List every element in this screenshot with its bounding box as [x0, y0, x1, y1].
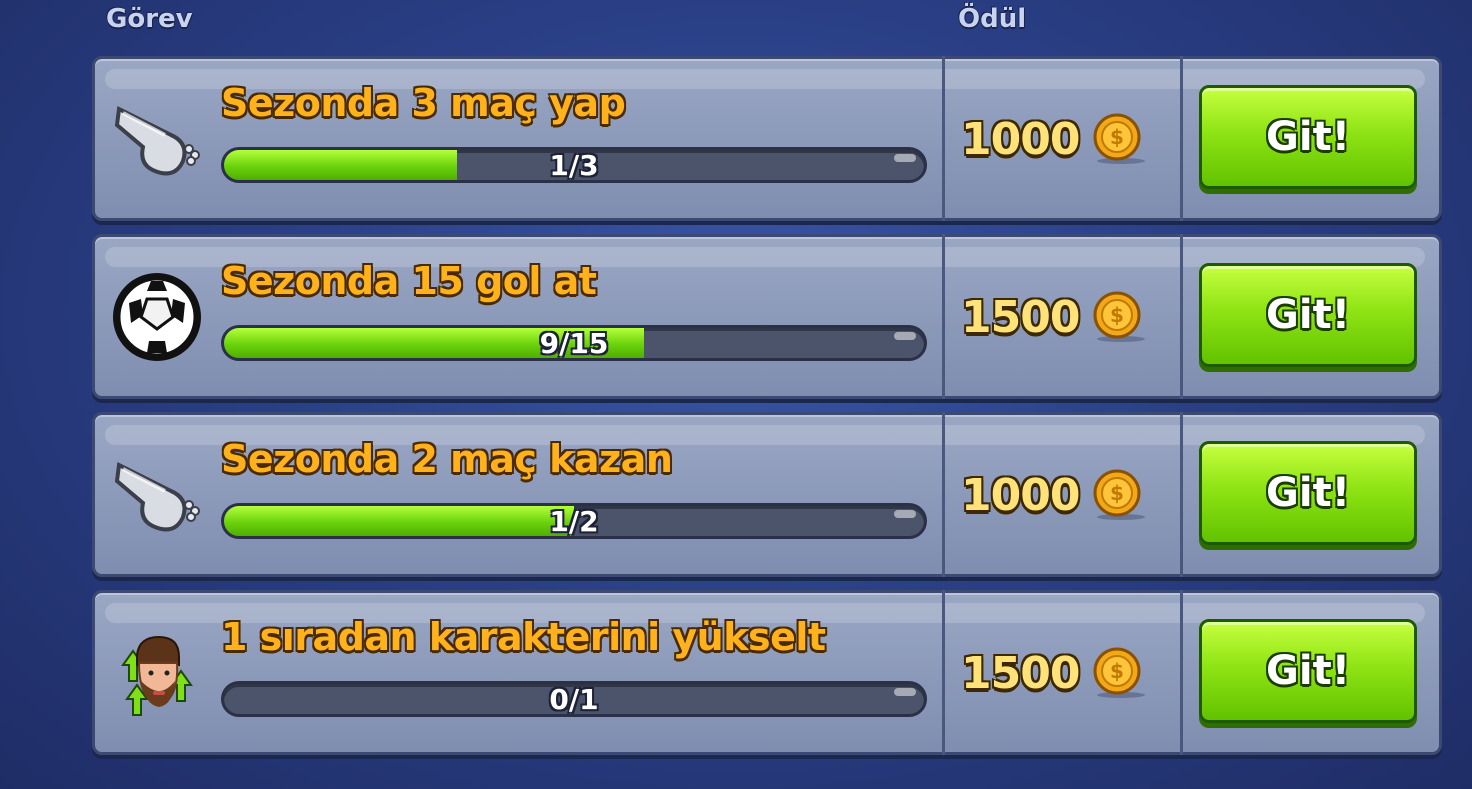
whistle-icon — [107, 445, 207, 545]
quest-progress-bar: 9/15 — [221, 325, 927, 361]
go-button[interactable]: Git! — [1199, 441, 1417, 545]
coin-icon: $ — [1093, 469, 1146, 520]
column-divider — [1180, 56, 1183, 221]
reward-amount: 1000 — [961, 113, 1080, 165]
reward: 1000 $ — [961, 465, 1147, 525]
column-divider — [942, 590, 945, 755]
progress-text: 1/3 — [549, 148, 599, 182]
svg-text:$: $ — [1111, 481, 1125, 505]
go-button-label: Git! — [1266, 648, 1350, 694]
go-button-label: Git! — [1266, 470, 1350, 516]
column-divider — [942, 412, 945, 577]
reward: 1000 $ — [961, 109, 1147, 169]
whistle-icon — [107, 89, 207, 189]
reward-amount: 1000 — [961, 469, 1080, 521]
reward: 1500 $ — [961, 643, 1147, 703]
column-headers: Görev Ödül — [0, 4, 1472, 40]
quest-title: 1 sıradan karakterini yükselt — [221, 615, 826, 659]
quest-row: Sezonda 2 maç kazan 1/2 1000 $ Git! — [92, 412, 1442, 577]
svg-text:$: $ — [1111, 125, 1125, 149]
quest-row: 1 sıradan karakterini yükselt 0/1 1500 $… — [92, 590, 1442, 755]
go-button[interactable]: Git! — [1199, 263, 1417, 367]
coin-icon: $ — [1093, 647, 1146, 698]
quest-row: Sezonda 3 maç yap 1/3 1000 $ Git! — [92, 56, 1442, 221]
reward-amount: 1500 — [961, 291, 1080, 343]
go-button-label: Git! — [1266, 114, 1350, 160]
column-divider — [942, 234, 945, 399]
column-divider — [1180, 412, 1183, 577]
go-button[interactable]: Git! — [1199, 619, 1417, 723]
reward: 1500 $ — [961, 287, 1147, 347]
coin-icon: $ — [1093, 291, 1146, 342]
progress-text: 9/15 — [539, 326, 609, 360]
quest-title: Sezonda 15 gol at — [221, 259, 597, 303]
quest-progress-bar: 1/2 — [221, 503, 927, 539]
quest-title: Sezonda 3 maç yap — [221, 81, 626, 125]
character-upgrade-icon — [107, 623, 207, 723]
progress-text: 0/1 — [549, 682, 599, 716]
svg-text:$: $ — [1111, 659, 1125, 683]
column-divider — [1180, 234, 1183, 399]
quest-progress-bar: 1/3 — [221, 147, 927, 183]
column-divider — [942, 56, 945, 221]
progress-text: 1/2 — [549, 504, 599, 538]
go-button-label: Git! — [1266, 292, 1350, 338]
reward-amount: 1500 — [961, 647, 1080, 699]
quest-row: Sezonda 15 gol at 9/15 1500 $ Git! — [92, 234, 1442, 399]
coin-icon: $ — [1093, 113, 1146, 164]
column-divider — [1180, 590, 1183, 755]
reward-column-header: Ödül — [958, 4, 1027, 34]
soccer-ball-icon — [107, 267, 207, 367]
task-column-header: Görev — [106, 4, 193, 34]
svg-text:$: $ — [1111, 303, 1125, 327]
quest-title: Sezonda 2 maç kazan — [221, 437, 673, 481]
quest-progress-bar: 0/1 — [221, 681, 927, 717]
go-button[interactable]: Git! — [1199, 85, 1417, 189]
